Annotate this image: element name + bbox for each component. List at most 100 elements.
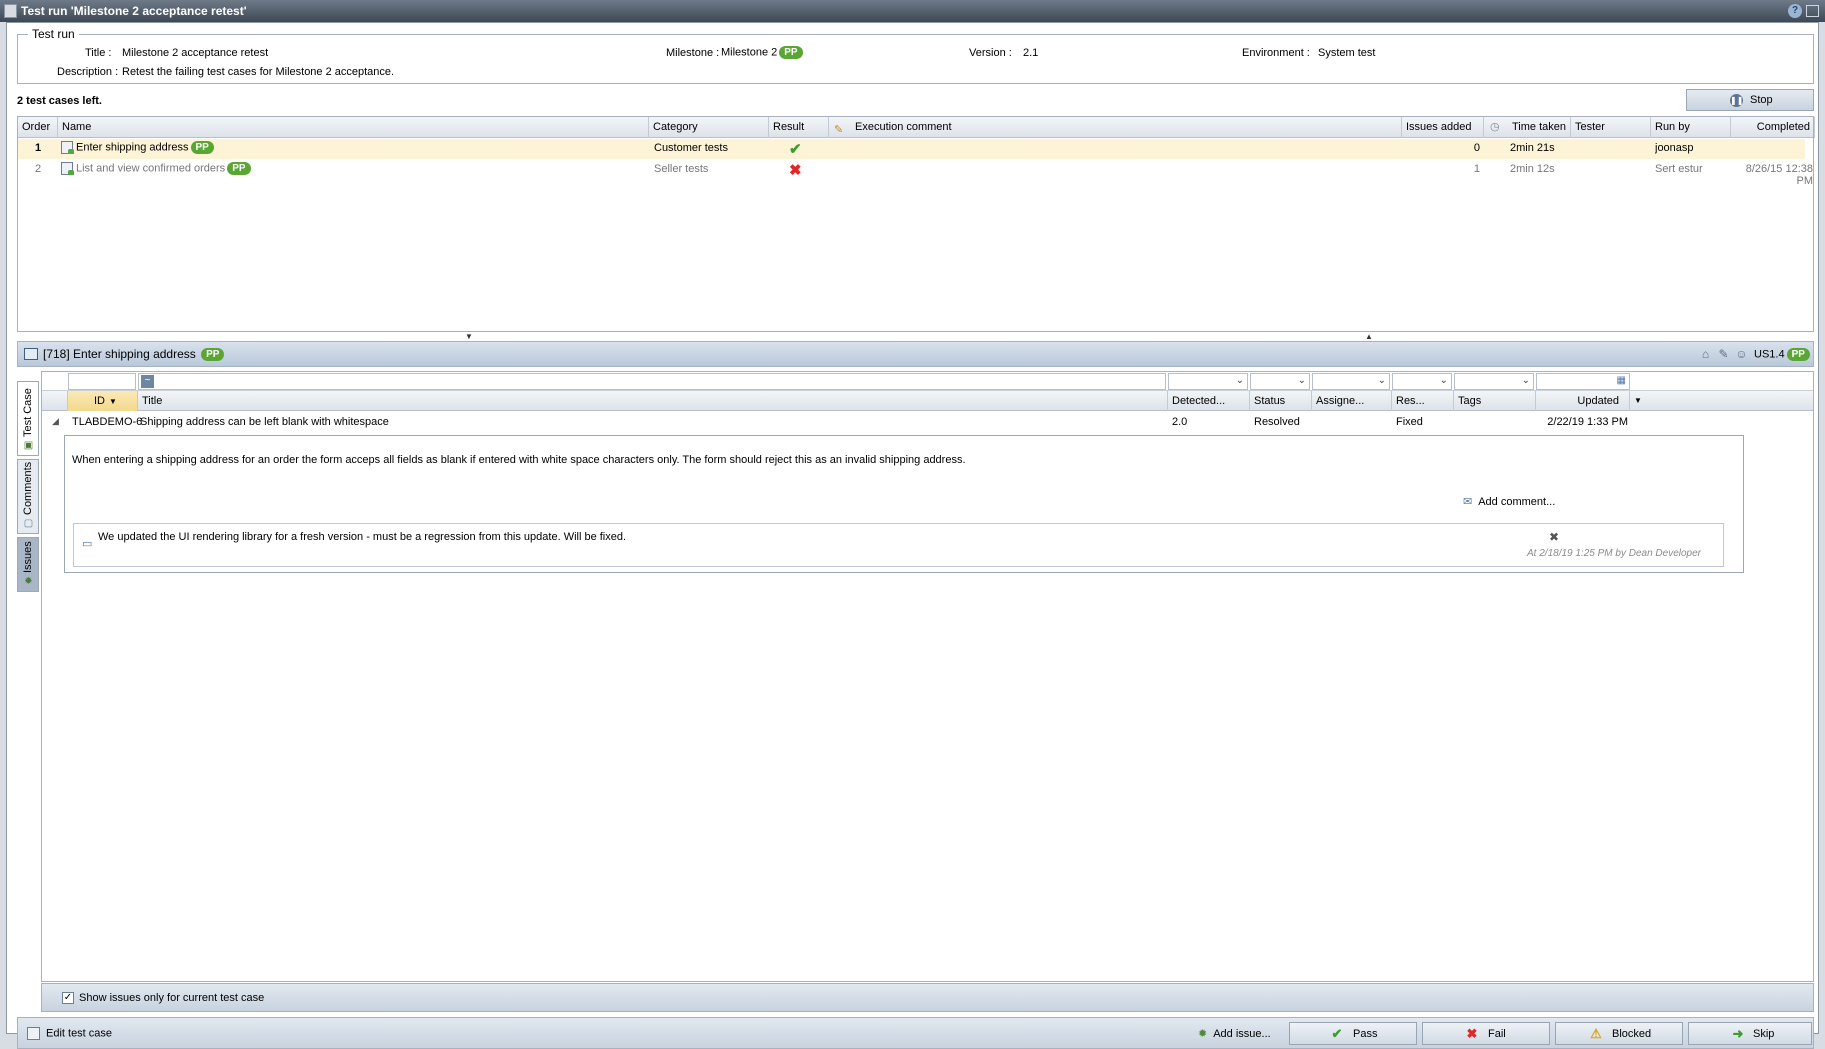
- user-icon[interactable]: ☺: [1734, 347, 1749, 362]
- col-completed[interactable]: Completed: [1731, 117, 1815, 138]
- row-order: 2: [34, 163, 42, 175]
- row-badge: PP: [190, 141, 214, 154]
- fail-icon: ✖: [789, 162, 802, 179]
- collapse-down-icon[interactable]: ▼: [465, 332, 473, 341]
- columns-menu-icon[interactable]: ▼: [1630, 391, 1650, 411]
- requirement-badge: PP: [1786, 348, 1810, 361]
- tab-test-case-label: Test Case: [22, 388, 34, 437]
- issue-status: Resolved: [1254, 416, 1300, 428]
- col-updated[interactable]: Updated: [1536, 391, 1630, 411]
- test-run-panel: Test run Title : Milestone 2 acceptance …: [6, 22, 1819, 1049]
- collapse-row-icon[interactable]: ◢: [52, 416, 59, 427]
- add-issue-button[interactable]: ✹ Add issue...: [1198, 1027, 1271, 1040]
- issue-id[interactable]: TLABDEMO-6: [72, 416, 142, 428]
- pass-button[interactable]: ✔ Pass: [1289, 1022, 1417, 1045]
- version-label: Version :: [969, 47, 1012, 59]
- col-tester[interactable]: Tester: [1571, 117, 1651, 138]
- col-title[interactable]: Title: [138, 391, 1168, 411]
- col-time-taken[interactable]: ◷ Time taken: [1484, 117, 1571, 138]
- edit-test-case-button[interactable]: Edit test case: [27, 1027, 112, 1040]
- row-name: Enter shipping address PP: [61, 141, 214, 154]
- issue-detail: When entering a shipping address for an …: [64, 435, 1744, 573]
- row-completed: 8/26/15 12:38 PM: [1731, 163, 1813, 187]
- version-value: 2.1: [1023, 47, 1039, 59]
- col-detected[interactable]: Detected...: [1168, 391, 1250, 411]
- issue-updated: 2/22/19 1:33 PM: [1547, 416, 1628, 428]
- title-filter-input[interactable]: ~: [138, 373, 1166, 390]
- chevron-down-icon: ⌄: [1297, 375, 1306, 386]
- environment-value: System test: [1318, 47, 1376, 59]
- tab-comments[interactable]: Comments ▢: [17, 459, 39, 534]
- show-current-only-checkbox[interactable]: ✓: [62, 992, 74, 1004]
- col-issues-added[interactable]: Issues added: [1402, 117, 1484, 138]
- tab-test-case[interactable]: Test Case ▣: [17, 381, 39, 456]
- col-status[interactable]: Status: [1250, 391, 1312, 411]
- tab-issues[interactable]: Issues ✹: [17, 537, 39, 592]
- col-tags[interactable]: Tags: [1454, 391, 1536, 411]
- filter-operator[interactable]: ~: [141, 375, 154, 388]
- blocked-label: Blocked: [1612, 1028, 1652, 1040]
- issues-panel: ~ ⌄ ⌄ ⌄ ⌄ ⌄ ▦ ID ▼ Title Detected... Stat…: [41, 371, 1814, 982]
- tag-icon[interactable]: ⌂: [1698, 347, 1713, 362]
- issues-footer: ✓ Show issues only for current test case: [41, 983, 1814, 1012]
- detected-filter[interactable]: ⌄: [1168, 373, 1248, 390]
- test-case-row[interactable]: 1 Enter shipping address PP Customer test…: [18, 139, 1805, 159]
- show-current-only-label: Show issues only for current test case: [79, 992, 265, 1004]
- skip-button[interactable]: ➜ Skip: [1688, 1022, 1812, 1045]
- title-label: Title :: [85, 47, 112, 59]
- col-id[interactable]: ID ▼: [68, 391, 138, 411]
- col-name[interactable]: Name: [58, 117, 649, 138]
- fail-button[interactable]: ✖ Fail: [1422, 1022, 1550, 1045]
- help-icon[interactable]: ?: [1788, 4, 1802, 18]
- id-filter-input[interactable]: [68, 373, 136, 390]
- blocked-button[interactable]: ⚠ Blocked: [1555, 1022, 1683, 1045]
- comment-icon: ✎: [834, 124, 844, 136]
- test-run-icon: [4, 4, 17, 18]
- chevron-down-icon: ⌄: [1235, 375, 1244, 386]
- delete-comment-icon[interactable]: ✖: [1549, 530, 1559, 544]
- comment-tab-icon: ▢: [23, 518, 34, 529]
- resolution-filter[interactable]: ⌄: [1392, 373, 1452, 390]
- detail-title-text: [718] Enter shipping address: [43, 347, 196, 361]
- assignee-filter[interactable]: ⌄: [1312, 373, 1390, 390]
- col-resolution[interactable]: Res...: [1392, 391, 1454, 411]
- row-name-text: Enter shipping address: [76, 141, 189, 154]
- collapse-up-icon[interactable]: ▲: [1365, 332, 1373, 341]
- col-order[interactable]: Order: [18, 117, 58, 138]
- minimize-icon[interactable]: [1806, 5, 1819, 17]
- stop-button[interactable]: ❚❚ Stop: [1686, 89, 1814, 111]
- link-icon[interactable]: ✎: [1716, 347, 1731, 362]
- col-execution-comment[interactable]: ✎ Execution comment: [829, 117, 1402, 138]
- col-run-by[interactable]: Run by: [1651, 117, 1731, 138]
- col-execution-comment-label: Execution comment: [855, 121, 952, 133]
- edit-test-case-label: Edit test case: [46, 1027, 113, 1040]
- tags-filter[interactable]: ⌄: [1454, 373, 1534, 390]
- test-run-legend: Test run: [28, 27, 79, 41]
- issue-row[interactable]: ◢ TLABDEMO-6 Shipping address can be lef…: [42, 413, 1825, 433]
- test-case-detail-header: [718] Enter shipping address PP ⌂ ✎ ☺ US…: [17, 341, 1814, 367]
- status-filter[interactable]: ⌄: [1250, 373, 1310, 390]
- calendar-icon[interactable]: ▦: [1617, 375, 1626, 386]
- add-comment-icon: ✉: [1463, 496, 1473, 508]
- test-case-grid: Order Name Category Result ✎ Execution co…: [17, 116, 1815, 332]
- test-case-row[interactable]: 2 List and view confirmed orders PP Selle…: [18, 160, 1813, 188]
- detail-title: [718] Enter shipping address PP: [43, 347, 225, 362]
- row-issues: 1: [1473, 163, 1480, 175]
- col-category[interactable]: Category: [649, 117, 769, 138]
- requirement-link[interactable]: US1.4 PP: [1754, 348, 1810, 361]
- col-assignee[interactable]: Assigne...: [1312, 391, 1392, 411]
- environment-label: Environment :: [1242, 47, 1310, 59]
- bug-icon: ✹: [24, 576, 33, 587]
- add-comment-label: Add comment...: [1478, 496, 1556, 508]
- description-label: Description :: [57, 66, 119, 78]
- updated-filter[interactable]: ▦: [1536, 373, 1630, 390]
- cases-left-text: 2 test cases left.: [17, 95, 102, 107]
- pass-icon: ✔: [789, 141, 802, 158]
- add-comment-link[interactable]: ✉ Add comment...: [1463, 495, 1555, 508]
- description-value: Retest the failing test cases for Milest…: [122, 66, 395, 78]
- col-result[interactable]: Result: [769, 117, 829, 138]
- milestone-value: Milestone 2 PP: [721, 46, 803, 59]
- clock-icon: ◷: [1490, 121, 1500, 133]
- issue-title: Shipping address can be left blank with …: [140, 416, 389, 428]
- issues-filter-row: ~ ⌄ ⌄ ⌄ ⌄ ⌄ ▦: [42, 372, 1813, 391]
